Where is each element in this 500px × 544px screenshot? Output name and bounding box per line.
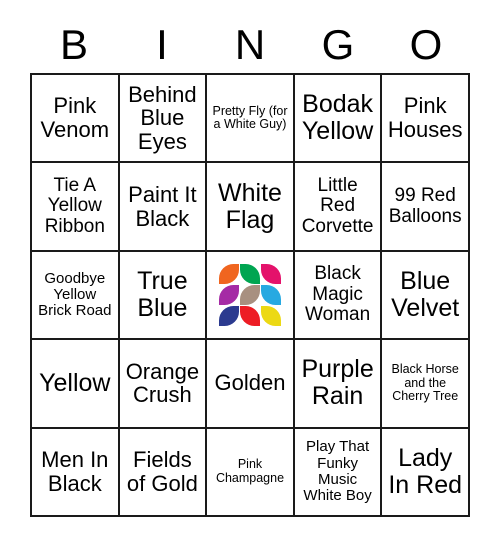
bingo-cell-r1-c3[interactable]: Pretty Fly (for a White Guy) — [207, 75, 295, 164]
bingo-header-letter-n: N — [234, 20, 266, 68]
bingo-cell-r4-c1[interactable]: Yellow — [32, 340, 120, 429]
logo-tile-4 — [218, 284, 239, 305]
bingo-cell-label: Tie A Yellow Ribbon — [44, 174, 105, 237]
bingo-grid: Pink Venom Behind Blue Eyes Pretty Fly (fo… — [30, 73, 470, 517]
bingo-header-letter-g: G — [321, 20, 355, 68]
bingo-cell-r2-c4[interactable]: Little Red Corvette — [294, 163, 383, 252]
bingo-cell-label: Pretty Fly (for a White Guy) — [212, 103, 288, 132]
bingo-cell-r1-c2[interactable]: Behind Blue Eyes — [119, 75, 208, 164]
bingo-cell-r4-c4[interactable]: Purple Rain — [294, 340, 383, 429]
bingo-header-letter-o: O — [409, 20, 443, 68]
bingo-cell-label: Black Magic Woman — [305, 263, 371, 326]
logo-tile-6 — [260, 284, 281, 305]
bingo-cell-label: True Blue — [137, 266, 188, 322]
bingo-cell-label: Little Red Corvette — [301, 174, 374, 237]
bingo-cell-label: Blue Velvet — [391, 266, 460, 322]
bingo-cell-r5-c2[interactable]: Fields of Gold — [119, 428, 208, 517]
logo-tile-2 — [239, 263, 260, 284]
logo-tile-8 — [239, 305, 260, 326]
bingo-cell-r4-c2[interactable]: Orange Crush — [119, 340, 208, 429]
bingo-cell-label: Pink Houses — [387, 93, 463, 143]
bingo-card: B I N G O Pink Venom Behind Blue Eyes Pretty F… — [30, 16, 470, 517]
bingo-cell-r5-c5[interactable]: Lady In Red — [382, 428, 470, 517]
logo-tile-1 — [218, 263, 239, 284]
bingo-cell-r5-c1[interactable]: Men In Black — [32, 428, 120, 517]
bingo-cell-label: Orange Crush — [125, 358, 200, 408]
bingo-cell-label: Bodak Yellow — [301, 90, 374, 146]
bingo-cell-r3-c5[interactable]: Blue Velvet — [382, 251, 470, 341]
bingo-cell-r4-c3[interactable]: Golden — [207, 340, 295, 429]
bingo-cell-r3-c2[interactable]: True Blue — [119, 251, 208, 341]
bingo-cell-r2-c5[interactable]: 99 Red Balloons — [382, 163, 470, 252]
bingo-cell-r3-c1[interactable]: Goodbye Yellow Brick Road — [32, 251, 120, 341]
bingo-cell-label: Paint It Black — [128, 181, 197, 231]
bingo-cell-r1-c4[interactable]: Bodak Yellow — [294, 75, 383, 164]
bingo-cell-label: Black Horse and the Cherry Tree — [391, 362, 459, 404]
bingo-cell-r4-c5[interactable]: Black Horse and the Cherry Tree — [382, 340, 470, 429]
logo-tile-3 — [260, 263, 281, 284]
bingo-cell-free-space[interactable] — [207, 251, 295, 341]
bingo-header-letter-i: I — [156, 20, 168, 68]
bingo-cell-label: Fields of Gold — [126, 447, 198, 496]
bingo-cell-r2-c3[interactable]: White Flag — [207, 163, 295, 252]
logo-tile-7 — [218, 305, 239, 326]
bingo-cell-r1-c5[interactable]: Pink Houses — [382, 75, 470, 164]
bingo-cell-label: Lady In Red — [388, 443, 463, 499]
bingo-cell-label: Behind Blue Eyes — [128, 81, 197, 155]
bingo-header-letter-b: B — [59, 20, 88, 68]
free-space-logo — [218, 263, 281, 326]
bingo-cell-r1-c1[interactable]: Pink Venom — [32, 75, 120, 164]
bingo-cell-r3-c4[interactable]: Black Magic Woman — [294, 251, 383, 341]
logo-tile-5 — [239, 284, 260, 305]
bingo-cell-label: Purple Rain — [301, 355, 374, 411]
bingo-cell-label: Yellow — [39, 368, 111, 397]
bingo-cell-r2-c1[interactable]: Tie A Yellow Ribbon — [32, 163, 120, 252]
logo-tile-9 — [260, 305, 281, 326]
bingo-cell-label: Pink Venom — [40, 93, 110, 143]
bingo-cell-label: White Flag — [218, 178, 282, 234]
bingo-cell-label: Goodbye Yellow Brick Road — [38, 269, 112, 320]
bingo-cell-label: Men In Black — [41, 447, 109, 496]
bingo-header-row: BINGO — [30, 16, 470, 73]
bingo-cell-r5-c4[interactable]: Play That Funky Music White Boy — [294, 428, 383, 517]
bingo-cell-label: Golden — [214, 370, 286, 396]
bingo-cell-label: 99 Red Balloons — [388, 185, 462, 227]
bingo-cell-label: Pink Champagne — [215, 457, 285, 485]
bingo-cell-label: Play That Funky Music White Boy — [303, 438, 372, 504]
bingo-cell-r5-c3[interactable]: Pink Champagne — [207, 428, 295, 517]
bingo-cell-r2-c2[interactable]: Paint It Black — [119, 163, 208, 252]
